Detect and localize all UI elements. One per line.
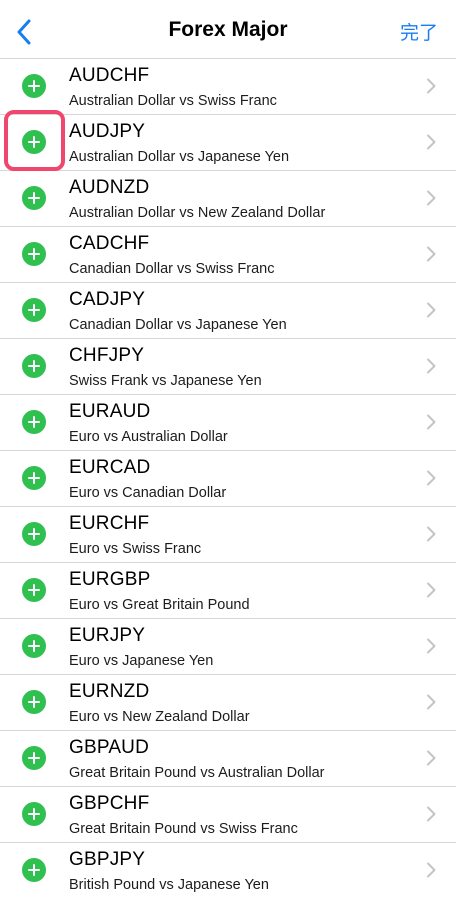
symbol-description: Great Britain Pound vs Australian Dollar xyxy=(69,765,325,781)
symbol-row[interactable]: CADCHF Canadian Dollar vs Swiss Franc xyxy=(0,226,456,282)
add-symbol-button[interactable] xyxy=(22,130,46,154)
symbol-description: Australian Dollar vs New Zealand Dollar xyxy=(69,205,326,221)
symbol-row[interactable]: GBPCHF Great Britain Pound vs Swiss Franc xyxy=(0,786,456,842)
chevron-right-icon[interactable] xyxy=(426,862,436,878)
add-symbol-button[interactable] xyxy=(22,634,46,658)
symbol-name: EURCAD xyxy=(69,457,151,478)
add-symbol-button[interactable] xyxy=(22,466,46,490)
symbol-name: AUDJPY xyxy=(69,121,146,142)
chevron-right-icon[interactable] xyxy=(426,526,436,542)
chevron-right-icon[interactable] xyxy=(426,302,436,318)
symbol-row[interactable]: EURCHF Euro vs Swiss Franc xyxy=(0,506,456,562)
add-symbol-button[interactable] xyxy=(22,690,46,714)
symbol-name: GBPCHF xyxy=(69,793,150,814)
symbol-name: CHFJPY xyxy=(69,345,145,366)
symbol-row[interactable]: GBPAUD Great Britain Pound vs Australian … xyxy=(0,730,456,786)
chevron-right-icon[interactable] xyxy=(426,414,436,430)
chevron-right-icon[interactable] xyxy=(426,638,436,654)
symbol-name: GBPJPY xyxy=(69,849,146,870)
symbol-name: EURGBP xyxy=(69,569,151,590)
symbol-row[interactable]: EURNZD Euro vs New Zealand Dollar xyxy=(0,674,456,730)
symbol-description: Euro vs New Zealand Dollar xyxy=(69,709,250,725)
symbol-row[interactable]: CHFJPY Swiss Frank vs Japanese Yen xyxy=(0,338,456,394)
symbol-row[interactable]: EURCAD Euro vs Canadian Dollar xyxy=(0,450,456,506)
chevron-right-icon[interactable] xyxy=(426,470,436,486)
symbol-name: CADCHF xyxy=(69,233,150,254)
add-symbol-button[interactable] xyxy=(22,802,46,826)
chevron-right-icon[interactable] xyxy=(426,806,436,822)
add-symbol-button[interactable] xyxy=(22,578,46,602)
chevron-right-icon[interactable] xyxy=(426,78,436,94)
symbol-row[interactable]: AUDJPY Australian Dollar vs Japanese Yen xyxy=(0,114,456,170)
page-title: Forex Major xyxy=(168,18,288,41)
symbol-row[interactable]: EURAUD Euro vs Australian Dollar xyxy=(0,394,456,450)
done-button[interactable]: 完了 xyxy=(400,18,438,45)
symbol-row[interactable]: AUDCHF Australian Dollar vs Swiss Franc xyxy=(0,58,456,114)
symbol-row[interactable]: CADJPY Canadian Dollar vs Japanese Yen xyxy=(0,282,456,338)
add-symbol-button[interactable] xyxy=(22,74,46,98)
symbol-description: British Pound vs Japanese Yen xyxy=(69,877,269,893)
symbol-list: AUDCHF Australian Dollar vs Swiss Franc AU… xyxy=(0,58,456,898)
add-symbol-button[interactable] xyxy=(22,522,46,546)
add-symbol-button[interactable] xyxy=(22,298,46,322)
symbol-description: Euro vs Canadian Dollar xyxy=(69,485,227,501)
add-symbol-button[interactable] xyxy=(22,410,46,434)
symbol-description: Australian Dollar vs Japanese Yen xyxy=(69,149,290,165)
chevron-right-icon[interactable] xyxy=(426,358,436,374)
symbol-name: EURAUD xyxy=(69,401,151,422)
add-symbol-button[interactable] xyxy=(22,858,46,882)
symbol-name: EURJPY xyxy=(69,625,146,646)
chevron-right-icon[interactable] xyxy=(426,246,436,262)
chevron-right-icon[interactable] xyxy=(426,190,436,206)
symbol-description: Great Britain Pound vs Swiss Franc xyxy=(69,821,298,837)
chevron-right-icon[interactable] xyxy=(426,750,436,766)
symbol-row[interactable]: AUDNZD Australian Dollar vs New Zealand D… xyxy=(0,170,456,226)
chevron-right-icon[interactable] xyxy=(426,582,436,598)
symbol-row[interactable]: EURJPY Euro vs Japanese Yen xyxy=(0,618,456,674)
symbol-row[interactable]: EURGBP Euro vs Great Britain Pound xyxy=(0,562,456,618)
symbol-description: Euro vs Swiss Franc xyxy=(69,541,202,557)
add-symbol-button[interactable] xyxy=(22,746,46,770)
add-symbol-button[interactable] xyxy=(22,354,46,378)
add-symbol-button[interactable] xyxy=(22,242,46,266)
symbol-description: Euro vs Japanese Yen xyxy=(69,653,214,669)
chevron-right-icon[interactable] xyxy=(426,134,436,150)
symbol-description: Swiss Frank vs Japanese Yen xyxy=(69,373,262,389)
symbol-row[interactable]: GBPJPY British Pound vs Japanese Yen xyxy=(0,842,456,898)
symbol-name: CADJPY xyxy=(69,289,146,310)
symbol-name: AUDCHF xyxy=(69,65,150,86)
symbol-name: AUDNZD xyxy=(69,177,150,198)
symbol-description: Canadian Dollar vs Japanese Yen xyxy=(69,317,287,333)
symbol-description: Euro vs Australian Dollar xyxy=(69,429,228,445)
symbol-name: EURCHF xyxy=(69,513,150,534)
symbol-description: Euro vs Great Britain Pound xyxy=(69,597,250,613)
navigation-bar: Forex Major 完了 xyxy=(0,0,456,62)
symbol-name: GBPAUD xyxy=(69,737,150,758)
symbol-description: Australian Dollar vs Swiss Franc xyxy=(69,93,277,109)
chevron-right-icon[interactable] xyxy=(426,694,436,710)
symbol-name: EURNZD xyxy=(69,681,150,702)
symbol-description: Canadian Dollar vs Swiss Franc xyxy=(69,261,275,277)
add-symbol-button[interactable] xyxy=(22,186,46,210)
